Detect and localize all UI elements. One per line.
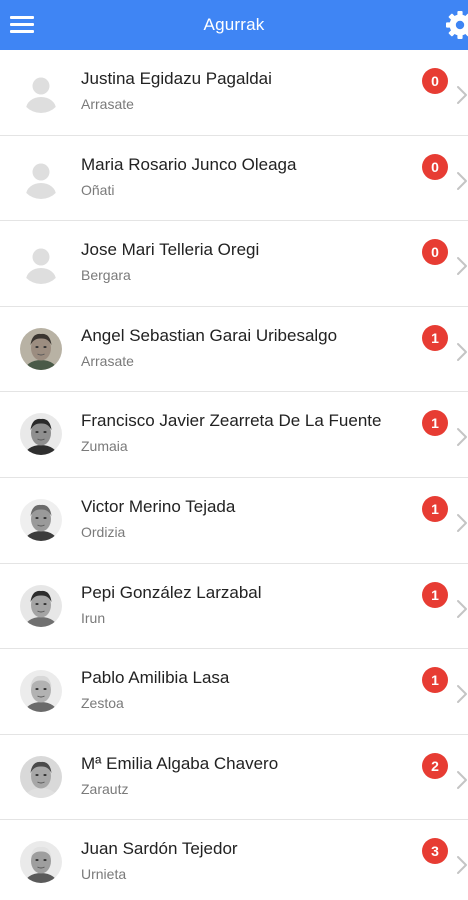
gear-icon[interactable] — [442, 10, 468, 40]
list-item[interactable]: Justina Egidazu Pagaldai Arrasate 0 — [0, 50, 468, 136]
count-badge: 0 — [422, 239, 448, 266]
chevron-right-icon — [456, 255, 468, 277]
list-item[interactable]: Juan Sardón Tejedor Urnieta 3 — [0, 820, 468, 900]
contact-town: Arrasate — [81, 352, 134, 369]
contact-town: Arrasate — [81, 96, 134, 112]
contact-name: Maria Rosario Junco Oleaga — [81, 154, 297, 174]
chevron-right-icon — [456, 598, 468, 620]
avatar — [20, 841, 62, 884]
chevron-right-icon — [456, 512, 468, 534]
count-badge: 3 — [422, 838, 448, 865]
page-title: Agurrak — [203, 15, 265, 34]
app-screen: Agurrak Justina Egidazu Pagaldai Arrasat… — [0, 0, 468, 900]
contact-name: Francisco Javier Zearreta De La Fuente — [81, 411, 382, 431]
top-app-bar: Agurrak — [0, 0, 468, 50]
list-item[interactable]: Jose Mari Telleria Oregi Bergara 0 — [0, 221, 468, 307]
contact-name: Mª Emilia Algaba Chavero — [81, 753, 279, 773]
count-badge: 2 — [422, 752, 448, 779]
hamburger-menu-icon[interactable] — [9, 13, 35, 37]
chevron-right-icon — [456, 683, 468, 705]
contact-town: Ordizia — [81, 523, 126, 540]
contact-town: Urnieta — [81, 866, 127, 883]
count-badge: 1 — [422, 495, 448, 522]
avatar — [20, 498, 62, 541]
chevron-right-icon — [456, 170, 468, 192]
contact-town: Zumaia — [81, 438, 128, 455]
list-item[interactable]: Mª Emilia Algaba Chavero Zarautz 2 — [0, 735, 468, 821]
avatar — [20, 71, 62, 113]
avatar — [20, 584, 62, 627]
contact-name: Juan Sardón Tejedor — [81, 839, 238, 859]
list-item[interactable]: Francisco Javier Zearreta De La Fuente Z… — [0, 392, 468, 478]
count-badge: 1 — [422, 324, 448, 351]
list-item[interactable]: Pepi González Larzabal Irun 1 — [0, 564, 468, 650]
list-item[interactable]: Victor Merino Tejada Ordizia 1 — [0, 478, 468, 564]
contact-name: Jose Mari Telleria Oregi — [81, 240, 260, 260]
chevron-right-icon — [456, 426, 468, 448]
chevron-right-icon — [456, 341, 468, 363]
count-badge: 0 — [422, 68, 448, 94]
count-badge: 1 — [422, 410, 448, 437]
contact-name: Angel Sebastian Garai Uribesalgo — [81, 325, 338, 345]
contact-town: Zestoa — [81, 695, 124, 712]
contact-list: Justina Egidazu Pagaldai Arrasate 0 Mari… — [0, 50, 468, 900]
contact-name: Victor Merino Tejada — [81, 496, 236, 516]
contact-name: Pablo Amilibia Lasa — [81, 668, 230, 688]
contact-town: Zarautz — [81, 780, 129, 797]
contact-town: Bergara — [81, 267, 131, 284]
avatar — [20, 156, 62, 199]
contact-town: Irun — [81, 609, 106, 626]
count-badge: 1 — [422, 581, 448, 608]
chevron-right-icon — [456, 854, 468, 876]
avatar — [20, 755, 62, 798]
chevron-right-icon — [456, 769, 468, 791]
avatar — [20, 242, 62, 285]
list-item[interactable]: Pablo Amilibia Lasa Zestoa 1 — [0, 649, 468, 735]
avatar — [20, 670, 62, 713]
count-badge: 0 — [422, 153, 448, 180]
avatar — [20, 327, 62, 370]
contact-town: Oñati — [81, 181, 115, 198]
list-item[interactable]: Angel Sebastian Garai Uribesalgo Arrasat… — [0, 307, 468, 393]
list-item[interactable]: Maria Rosario Junco Oleaga Oñati 0 — [0, 136, 468, 222]
avatar — [20, 413, 62, 456]
contact-name: Pepi González Larzabal — [81, 582, 262, 602]
count-badge: 1 — [422, 667, 448, 694]
chevron-right-icon — [456, 84, 468, 106]
contact-name: Justina Egidazu Pagaldai — [81, 69, 272, 88]
